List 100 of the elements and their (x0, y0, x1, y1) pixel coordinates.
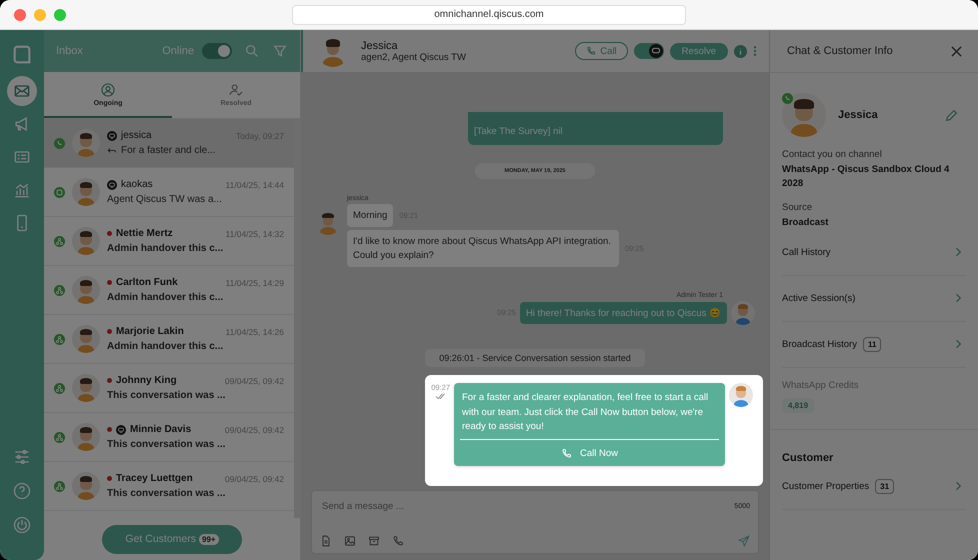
conversation-time: 11/04/25, 14:29 (226, 278, 284, 288)
conversation-time: 09/04/25, 09:42 (224, 424, 284, 434)
filter-icon[interactable] (272, 43, 288, 59)
address-bar[interactable]: omnichannel.qiscus.com (292, 4, 686, 24)
contact-name: jessica (121, 130, 152, 141)
avatar-icon (72, 325, 100, 353)
whatsapp-icon (782, 93, 793, 104)
contact-name: Jessica (361, 40, 399, 52)
customer-count-badge: 99+ (199, 534, 219, 544)
message-text: For a faster and clearer explanation, feel free to start a call with our team. Just click the Call Now button below, we're ready to assist you! (461, 390, 710, 434)
field-label: Contact you on channel (782, 149, 883, 160)
chevron-right-icon (955, 481, 961, 492)
credits-value: 4,819 (782, 398, 814, 413)
message-preview: Agent Qiscus TW was a... (107, 194, 222, 205)
share-nodes-icon (54, 236, 65, 246)
inbox-title: Inbox (56, 45, 83, 57)
avatar-icon (72, 472, 100, 500)
avatar-icon (72, 276, 100, 304)
agent-avatar-icon (729, 382, 753, 407)
search-icon[interactable] (244, 43, 260, 59)
message-input[interactable]: Send a message ... (320, 497, 734, 516)
more-options-icon[interactable] (753, 45, 757, 57)
message-bubble: Morning (347, 204, 394, 228)
panel-title: Chat & Customer Info (787, 45, 894, 57)
image-icon[interactable] (344, 535, 356, 547)
chevron-right-icon (955, 247, 961, 258)
message-preview: Admin handover this c... (107, 243, 224, 254)
chevron-right-icon (955, 339, 961, 350)
field-label: Source (782, 202, 814, 212)
share-nodes-icon (54, 382, 65, 394)
chevron-right-icon (955, 293, 961, 304)
get-customers-button[interactable]: Get Customers 99+ (102, 524, 242, 554)
contact-name: Minnie Davis (130, 424, 192, 435)
info-link-row[interactable]: Broadcast History 11 (782, 322, 966, 368)
message-preview: Admin handover this c... (107, 341, 224, 352)
message-preview: This conversation was ... (107, 439, 226, 450)
contact-name: Tracey Luettgen (116, 473, 193, 484)
close-window-button[interactable] (14, 9, 26, 21)
info-link-row[interactable]: Active Session(s) (782, 276, 966, 322)
customer-name: Jessica (838, 109, 878, 121)
message-preview: This conversation was ... (107, 390, 226, 401)
call-now-button[interactable]: Call Now (460, 439, 719, 466)
contact-name: Nettie Mertz (116, 228, 173, 239)
inbox-nav-icon[interactable] (7, 76, 37, 106)
send-icon[interactable] (738, 535, 750, 547)
contact-name: Marjorie Lakin (116, 326, 184, 337)
info-link-row[interactable]: Call History (782, 230, 966, 276)
field-value: WhatsApp - Qiscus Sandbox Cloud 4 2028 (782, 163, 950, 192)
contact-name: kaokas (121, 179, 153, 190)
assigned-agents: agen2, Agent Qiscus TW (361, 52, 466, 62)
minimize-window-button[interactable] (34, 9, 46, 21)
avatar-icon (72, 423, 100, 451)
system-message: 09:26:01 - Service Conversation session started (425, 348, 645, 367)
avatar-icon (72, 374, 100, 402)
phone-icon[interactable] (392, 535, 404, 547)
whatsapp-icon (54, 138, 65, 148)
document-icon[interactable] (320, 535, 332, 547)
call-button[interactable]: Call (575, 42, 628, 60)
person-icon (100, 82, 116, 98)
message-bubble: Hi there! Thanks for reaching out to Qiscus 😊 (520, 302, 727, 324)
message-bubble: I'd like to know more about Qiscus WhatsApp API integration. Could you explain? (347, 230, 619, 267)
message-preview: Admin handover this c... (107, 292, 224, 303)
message-preview: This conversation was ... (107, 488, 226, 499)
agent-avatar-icon (731, 300, 755, 325)
share-nodes-icon (54, 334, 65, 344)
avatar-icon (72, 178, 100, 206)
chat-bubble-logo-icon[interactable] (11, 44, 33, 66)
person-check-icon (228, 82, 244, 98)
bot-toggle[interactable] (634, 43, 664, 59)
contact-name: Johnny King (116, 375, 177, 386)
close-icon[interactable] (951, 46, 962, 56)
conversation-time: 11/04/25, 14:26 (226, 326, 284, 336)
zoom-window-button[interactable] (54, 9, 66, 21)
info-icon[interactable] (734, 44, 747, 58)
online-toggle[interactable] (202, 43, 232, 59)
conversation-time: 11/04/25, 14:32 (226, 228, 284, 238)
conversation-time: 09/04/25, 09:42 (224, 376, 284, 386)
archive-box-icon[interactable] (368, 535, 380, 547)
conversation-time: 09/04/25, 09:42 (224, 474, 284, 484)
contact-name: Carlton Funk (116, 277, 178, 288)
share-nodes-icon (54, 480, 65, 492)
share-nodes-icon (54, 284, 65, 296)
count-badge: 11 (862, 336, 882, 352)
avatar-icon (72, 227, 100, 255)
count-badge: 31 (875, 478, 894, 494)
message-bubble: [Take The Survey] nil (468, 112, 723, 145)
avatar-icon (72, 129, 100, 157)
info-link-row[interactable]: Customer Properties 31 (782, 464, 966, 510)
chat-channel-icon (54, 186, 65, 198)
pencil-edit-icon[interactable] (945, 108, 958, 122)
phone-icon (586, 46, 596, 56)
double-check-icon (434, 392, 447, 400)
message-preview: For a faster and cle... (121, 145, 216, 156)
conversation-time: 11/04/25, 14:44 (226, 180, 284, 190)
avatar-icon (782, 93, 826, 137)
status-label: Online (162, 45, 194, 57)
section-title: Customer (782, 452, 834, 464)
field-value: Broadcast (782, 216, 830, 230)
share-nodes-icon (54, 432, 65, 442)
phone-icon (560, 448, 572, 458)
